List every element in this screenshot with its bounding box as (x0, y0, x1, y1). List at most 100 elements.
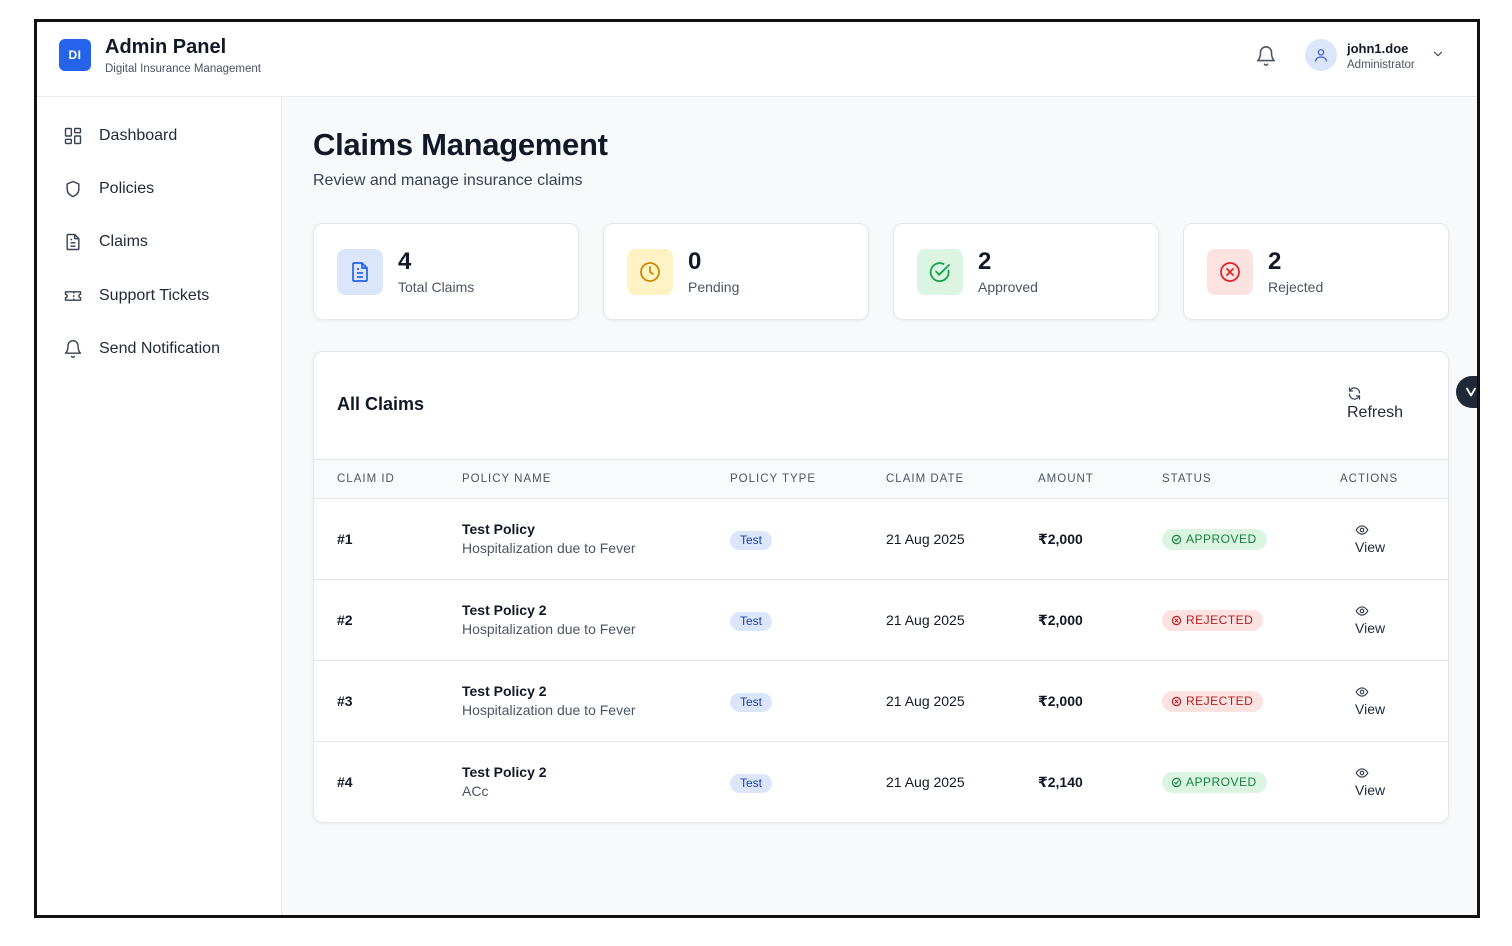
app-subtitle: Digital Insurance Management (105, 63, 261, 75)
policy-name: Test Policy 2 (462, 764, 547, 780)
view-label: View (1355, 539, 1386, 555)
app-window: DI Admin Panel Digital Insurance Managem… (34, 19, 1480, 918)
status-label: APPROVED (1186, 532, 1257, 546)
stat-value: 2 (978, 248, 992, 275)
view-label: View (1355, 701, 1386, 717)
claim-amount: ₹2,140 (1038, 774, 1083, 790)
stat-label: Total Claims (398, 279, 475, 295)
policy-type-badge: Test (730, 612, 773, 631)
app-title: Admin Panel (105, 36, 227, 58)
view-button[interactable]: View (1344, 766, 1394, 800)
stat-card-rejected: 2 Rejected (1183, 223, 1449, 320)
view-button[interactable]: View (1344, 685, 1394, 719)
claim-date: 21 Aug 2025 (886, 531, 965, 547)
stat-card-pending: 0 Pending (603, 223, 869, 320)
claim-id: #2 (337, 612, 353, 628)
x-circle-icon (1171, 615, 1182, 626)
claim-id: #1 (337, 531, 353, 547)
eye-icon (1355, 687, 1369, 697)
claim-description: ACc (462, 783, 489, 799)
stat-label: Pending (688, 279, 740, 295)
eye-icon (1355, 606, 1369, 616)
status-label: REJECTED (1186, 613, 1254, 627)
policy-name: Test Policy (462, 521, 535, 537)
dashboard-grid-icon (64, 127, 82, 145)
sidebar-item-send-notification[interactable]: Send Notification (63, 334, 263, 364)
claim-date: 21 Aug 2025 (886, 774, 965, 790)
column-header-policy-name: POLICY NAME (462, 473, 552, 485)
eye-icon (1355, 768, 1369, 778)
refresh-button[interactable]: Refresh (1337, 382, 1417, 426)
user-icon (1315, 49, 1327, 62)
stat-label: Rejected (1268, 279, 1324, 295)
table-row: #1 Test Policy Hospitalization due to Fe… (314, 499, 1448, 580)
sidebar-item-support-tickets[interactable]: Support Tickets (63, 281, 263, 311)
claim-id: #3 (337, 693, 353, 709)
document-icon (337, 249, 383, 295)
sidebar: Dashboard Policies Claims Support Ticket… (37, 97, 282, 915)
x-circle-icon (1171, 696, 1182, 707)
check-circle-icon (1171, 534, 1182, 545)
page-title: Claims Management (313, 127, 608, 162)
view-label: View (1355, 620, 1386, 636)
column-header-status: STATUS (1162, 473, 1212, 485)
user-name[interactable]: john1.doe (1347, 41, 1408, 56)
column-header-claim-id: CLAIM ID (337, 473, 395, 485)
status-badge: APPROVED (1162, 772, 1267, 793)
sidebar-item-label: Claims (99, 233, 148, 250)
ticket-icon (64, 291, 82, 301)
main-content: Claims Management Review and manage insu… (282, 97, 1477, 915)
claim-id: #4 (337, 774, 353, 790)
sidebar-item-claims[interactable]: Claims (63, 227, 263, 257)
x-circle-icon (1207, 249, 1253, 295)
table-header: CLAIM ID POLICY NAME POLICY TYPE CLAIM D… (314, 459, 1448, 499)
column-header-amount: AMOUNT (1038, 473, 1094, 485)
table-row: #4 Test Policy 2 ACc Test 21 Aug 2025 ₹2… (314, 742, 1448, 822)
policy-type-badge: Test (730, 693, 773, 712)
sidebar-item-label: Send Notification (99, 340, 220, 357)
stat-value: 4 (398, 248, 412, 275)
shield-icon (66, 180, 80, 198)
sidebar-item-policies[interactable]: Policies (63, 174, 263, 204)
sidebar-item-label: Support Tickets (99, 287, 210, 304)
status-badge: APPROVED (1162, 529, 1267, 550)
sidebar-item-label: Policies (99, 180, 155, 197)
claim-amount: ₹2,000 (1038, 693, 1083, 709)
stat-value: 2 (1268, 248, 1282, 275)
view-label: View (1355, 782, 1386, 798)
check-circle-icon (917, 249, 963, 295)
stat-label: Approved (978, 279, 1038, 295)
bell-icon (64, 340, 82, 359)
chevron-down-icon[interactable] (1431, 47, 1445, 61)
user-role: Administrator (1347, 59, 1415, 71)
stat-value: 0 (688, 248, 702, 275)
check-circle-icon (1171, 777, 1182, 788)
claim-date: 21 Aug 2025 (886, 693, 965, 709)
column-header-actions: ACTIONS (1340, 473, 1399, 485)
side-panel-toggle[interactable] (1456, 376, 1477, 408)
app-logo: DI (59, 39, 91, 71)
user-avatar[interactable] (1305, 39, 1337, 71)
claim-date: 21 Aug 2025 (886, 612, 965, 628)
column-header-claim-date: CLAIM DATE (886, 473, 965, 485)
stat-card-approved: 2 Approved (893, 223, 1159, 320)
sidebar-item-label: Dashboard (99, 127, 178, 144)
refresh-icon (1348, 387, 1361, 400)
notification-bell-icon[interactable] (1255, 45, 1277, 67)
view-button[interactable]: View (1344, 604, 1394, 638)
claims-table-title: All Claims (337, 394, 425, 414)
page-subtitle: Review and manage insurance claims (313, 172, 583, 189)
policy-type-badge: Test (730, 531, 773, 550)
eye-icon (1355, 525, 1369, 535)
clock-icon (627, 249, 673, 295)
claim-description: Hospitalization due to Fever (462, 540, 636, 556)
policy-name: Test Policy 2 (462, 602, 547, 618)
policy-name: Test Policy 2 (462, 683, 547, 699)
sidebar-item-dashboard[interactable]: Dashboard (63, 121, 263, 151)
view-button[interactable]: View (1344, 523, 1394, 557)
top-header: DI Admin Panel Digital Insurance Managem… (37, 22, 1477, 97)
status-badge: REJECTED (1162, 610, 1264, 631)
status-label: REJECTED (1186, 694, 1254, 708)
claim-description: Hospitalization due to Fever (462, 702, 636, 718)
policy-type-badge: Test (730, 774, 773, 793)
